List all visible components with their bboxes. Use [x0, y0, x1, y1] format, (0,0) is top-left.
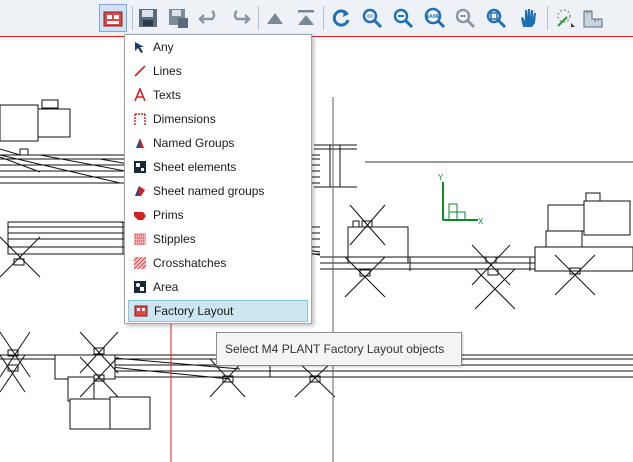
move-top-button[interactable] — [292, 4, 320, 32]
move-up-button[interactable] — [261, 4, 289, 32]
menu-item-texts[interactable]: Texts — [128, 84, 308, 106]
motor-unit-top-left — [0, 99, 71, 142]
factory-layout-icon — [103, 11, 123, 27]
zoom-name-label: NAME — [426, 14, 441, 20]
factory-layout-icon — [133, 303, 149, 319]
dimension-icon — [132, 111, 148, 127]
measure-button[interactable] — [580, 4, 608, 32]
tooltip: Select M4 PLANT Factory Layout objects — [216, 332, 462, 366]
snap-button[interactable] — [552, 4, 580, 32]
menu-item-crosshatches[interactable]: Crosshatches — [128, 252, 308, 274]
menu-item-any[interactable]: Any — [128, 36, 308, 58]
zoom-in-button[interactable] — [358, 4, 386, 32]
redo-button[interactable] — [226, 4, 254, 32]
triangle-up-icon — [267, 13, 283, 24]
save-button[interactable] — [134, 4, 162, 32]
menu-item-label: Factory Layout — [154, 304, 234, 318]
menu-item-stipples[interactable]: Stipples — [128, 228, 308, 250]
text-icon — [132, 87, 148, 103]
toolbar: NAME — [0, 0, 633, 37]
motor-unit-top-right — [545, 192, 631, 248]
menu-item-label: Any — [153, 40, 174, 54]
motor-unit-bottom — [67, 376, 151, 430]
regenerate-button[interactable] — [327, 4, 355, 32]
undo-icon — [198, 10, 216, 24]
pan-button[interactable] — [514, 4, 542, 32]
prim-icon — [132, 207, 148, 223]
stipple-icon — [132, 231, 148, 247]
axis-label-x: X — [478, 217, 484, 226]
bring-to-top-icon — [298, 10, 314, 25]
area-icon — [132, 279, 148, 295]
zoom-all-button[interactable] — [482, 4, 510, 32]
save-icon — [139, 9, 157, 27]
zoom-out-icon — [393, 8, 414, 29]
canvas-border-top — [0, 36, 633, 37]
drawing-canvas[interactable]: Y X — [0, 37, 633, 462]
zoom-all-icon — [486, 8, 507, 29]
menu-item-lines[interactable]: Lines — [128, 60, 308, 82]
arrow-icon — [132, 39, 148, 55]
menu-item-label: Sheet elements — [153, 160, 237, 174]
menu-item-label: Lines — [153, 64, 182, 78]
redo-icon — [233, 10, 251, 24]
menu-item-area[interactable]: Area — [128, 276, 308, 298]
snap-icon — [557, 9, 575, 27]
menu-item-label: Texts — [153, 88, 182, 102]
menu-item-factory-layout[interactable]: Factory Layout — [128, 300, 308, 322]
menu-item-label: Dimensions — [153, 112, 216, 126]
refresh-icon — [332, 9, 350, 27]
factory-layout-filter-button[interactable] — [99, 4, 127, 32]
tooltip-text: Select M4 PLANT Factory Layout objects — [225, 342, 445, 356]
hand-icon — [521, 9, 536, 27]
undo-button[interactable] — [195, 4, 223, 32]
zoom-previous-icon — [455, 8, 476, 29]
menu-item-label: Sheet named groups — [153, 184, 265, 198]
menu-item-label: Crosshatches — [153, 256, 227, 270]
sheet-named-group-icon — [132, 183, 148, 199]
axis-indicator: Y X — [438, 173, 484, 226]
axis-label-y: Y — [438, 173, 444, 182]
zoom-previous-button[interactable] — [451, 4, 479, 32]
crosshatch-icon — [132, 255, 148, 271]
ruler-icon — [583, 10, 603, 28]
zoom-name-icon: NAME — [424, 7, 446, 29]
line-icon — [132, 63, 148, 79]
menu-item-prims[interactable]: Prims — [128, 204, 308, 226]
select-filter-menu: Any Lines Texts Dimensions Named Groups … — [124, 34, 312, 324]
zoom-name-button[interactable]: NAME — [420, 4, 448, 32]
zoom-out-button[interactable] — [389, 4, 417, 32]
menu-item-sheet-named-groups[interactable]: Sheet named groups — [128, 180, 308, 202]
menu-item-label: Named Groups — [153, 136, 235, 150]
zoom-in-icon — [362, 8, 383, 29]
sheet-element-icon — [132, 159, 148, 175]
factory-layout-drawing — [0, 99, 633, 430]
named-group-icon — [132, 135, 148, 151]
menu-item-label: Area — [153, 280, 179, 294]
menu-item-named-groups[interactable]: Named Groups — [128, 132, 308, 154]
save-as-button[interactable] — [164, 4, 192, 32]
menu-item-label: Prims — [153, 208, 184, 222]
save-as-icon — [169, 9, 188, 28]
menu-item-sheet-elements[interactable]: Sheet elements — [128, 156, 308, 178]
menu-item-label: Stipples — [153, 232, 196, 246]
menu-item-dimensions[interactable]: Dimensions — [128, 108, 308, 130]
